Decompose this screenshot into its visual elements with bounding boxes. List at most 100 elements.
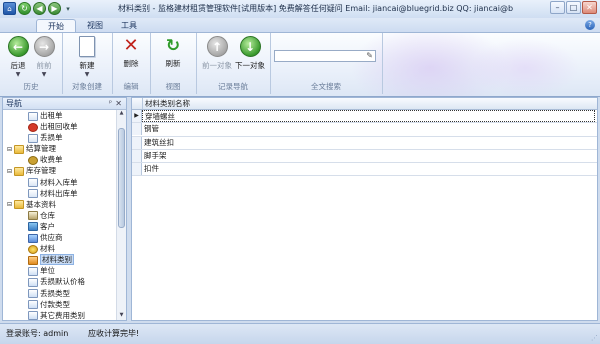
nav-tree-item-label: 基本资料 [26, 199, 56, 209]
nav-panel-title: 导航 [6, 99, 22, 108]
table-row[interactable]: 钢管 [132, 123, 597, 137]
search-eraser-icon[interactable]: ✎ [366, 51, 373, 60]
folder-icon [14, 166, 24, 176]
nav-tree-item[interactable]: 付款类型 [3, 299, 117, 310]
back-button[interactable]: ← 后退 ▼ [4, 36, 32, 78]
row-indicator[interactable]: ▶ [132, 110, 142, 122]
group-label-search: 全文搜索 [311, 82, 341, 91]
previous-object-button[interactable]: ↑ 前一对象 [201, 36, 233, 71]
tab-view[interactable]: 视图 [82, 19, 108, 32]
column-header-category-name[interactable]: 材料类别名称 [142, 98, 190, 109]
collapse-toggle-icon[interactable]: ⊟ [7, 144, 14, 155]
delete-x-icon: ✕ [123, 35, 139, 56]
gold-icon [28, 244, 38, 254]
nav-tree-item-label: 材料出库单 [40, 188, 78, 198]
nav-tree-item[interactable]: 丢损默认价格 [3, 276, 117, 287]
next-object-button[interactable]: ↓ 下一对象 [234, 36, 266, 71]
status-message: 应收计算完毕! [88, 329, 140, 338]
down-arrow-icon: ↓ [239, 36, 261, 57]
tab-tools[interactable]: 工具 [116, 19, 142, 32]
collapse-toggle-icon[interactable]: ⊟ [7, 199, 14, 210]
nav-tree-item-label: 材料 [40, 244, 55, 254]
forward-quick-icon[interactable]: ▶ [48, 2, 61, 15]
nav-tree-item[interactable]: 丢损类型 [3, 288, 117, 299]
close-icon[interactable]: ✕ [115, 98, 122, 109]
chevron-down-icon: ▼ [41, 71, 47, 78]
grid-header: 材料类别名称 [132, 98, 597, 110]
pin-icon[interactable]: ᵖ [109, 98, 112, 109]
nav-tree-item-label: 供应商 [40, 233, 63, 243]
refresh-button[interactable]: ↻ 刷新 [159, 36, 187, 69]
nav-tree-item[interactable]: ⊟ 基本资料 [3, 199, 117, 210]
nav-tree-item-label: 其它费用类别 [40, 310, 85, 320]
nav-tree-item[interactable]: 材料 [3, 243, 117, 254]
house-icon [28, 211, 38, 221]
forward-button[interactable]: → 前前 ▼ [30, 36, 58, 78]
grid-rows: ▶ 穿墙螺丝 钢管建筑丝扣 脚手架 扣件 [132, 110, 597, 177]
refresh-quick-icon[interactable]: ↻ [18, 2, 31, 15]
table-row[interactable]: 脚手架 [132, 149, 597, 164]
delete-button[interactable]: ✕ 删除 [117, 35, 145, 69]
customize-toolbar-icon[interactable]: ▾ [63, 2, 73, 15]
nav-tree-item[interactable]: 材料类别 [3, 254, 117, 266]
maximize-button[interactable]: □ [566, 1, 581, 14]
ribbon: ← 后退 ▼ → 前前 ▼ 历史 新建 ▼ 对象创建 ✕ 删除 编辑 ↻ 刷新 … [0, 32, 600, 97]
table-row[interactable]: 建筑丝扣 [132, 136, 597, 150]
nav-tree-item[interactable]: 出租回收单 [3, 121, 117, 132]
table-row[interactable]: ▶ 穿墙螺丝 [132, 110, 597, 124]
table-cell[interactable]: 扣件 [142, 163, 595, 175]
nav-tree-item[interactable]: 收费单 [3, 154, 117, 165]
doc-icon [28, 178, 38, 188]
nav-tree-item[interactable]: ⊟ 库存管理 [3, 165, 117, 176]
ribbon-decoration [470, 38, 580, 96]
doc-icon [28, 111, 38, 121]
group-label-view: 视图 [165, 82, 181, 91]
nav-tree-item[interactable]: 供应商 [3, 232, 117, 243]
scrollbar-thumb[interactable] [118, 128, 125, 228]
group-label-create: 对象创建 [72, 82, 102, 91]
chevron-down-icon: ▼ [15, 71, 21, 78]
collapse-toggle-icon[interactable]: ⊟ [7, 166, 14, 177]
nav-tree-item[interactable]: 出租单 [3, 110, 117, 121]
nav-tree-item[interactable]: 仓库 [3, 210, 117, 221]
nav-tree-item-label: 出租单 [40, 111, 63, 120]
nav-tree-item[interactable]: 材料入库单 [3, 177, 117, 188]
nav-scrollbar[interactable]: ▲ ▼ [116, 110, 126, 320]
table-cell[interactable]: 穿墙螺丝 [142, 110, 595, 122]
group-label-edit: 编辑 [123, 82, 139, 91]
nav-tree-item[interactable]: 单位 [3, 265, 117, 276]
new-button[interactable]: 新建 ▼ [73, 36, 101, 78]
table-row[interactable]: 扣件 [132, 163, 597, 177]
back-quick-icon[interactable]: ◀ [33, 2, 46, 15]
material-category-grid: 材料类别名称 ▶ 穿墙螺丝 钢管建筑丝扣 脚手架 扣件 [131, 97, 598, 321]
table-cell[interactable]: 建筑丝扣 [142, 137, 595, 149]
fulltext-search-input[interactable]: ✎ [274, 50, 376, 62]
nav-tree-item[interactable]: 客户 [3, 221, 117, 232]
row-indicator[interactable] [132, 163, 142, 176]
scroll-up-icon[interactable]: ▲ [117, 110, 126, 118]
nav-tree-item-label: 材料入库单 [40, 177, 78, 187]
help-icon[interactable]: ? [585, 20, 595, 30]
close-button[interactable]: ✕ [582, 1, 597, 14]
doc-icon [28, 189, 38, 199]
table-cell[interactable]: 脚手架 [142, 150, 595, 162]
nav-tree-item[interactable]: 材料出库单 [3, 188, 117, 199]
row-indicator[interactable] [132, 123, 142, 136]
back-button-label: 后退 [10, 61, 26, 70]
row-indicator[interactable] [132, 136, 142, 149]
nav-tree-item[interactable]: ⊟ 结算管理 [3, 143, 117, 154]
scroll-down-icon[interactable]: ▼ [117, 312, 126, 320]
forward-button-label: 前前 [36, 61, 52, 70]
app-menu-icon[interactable]: ⌂ [3, 2, 16, 15]
nav-tree-item-label: 丢损类型 [40, 288, 70, 298]
window-controls: – □ ✕ [550, 1, 597, 14]
nav-tree-item-label: 仓库 [40, 210, 55, 220]
nav-tree-item[interactable]: 其它费用类别 [3, 310, 117, 320]
table-cell[interactable]: 钢管 [142, 123, 595, 135]
tab-start[interactable]: 开始 [36, 19, 76, 33]
nav-tree-item[interactable]: 丢损单 [3, 132, 117, 143]
title-bar: ⌂ ↻ ◀ ▶ ▾ 材料类别 - 监格建材租赁管理软件[试用版本] 免费解答任何… [0, 0, 600, 19]
minimize-button[interactable]: – [550, 1, 565, 14]
row-indicator[interactable] [132, 149, 142, 162]
resize-grip-icon[interactable]: ⋰ [591, 334, 598, 342]
